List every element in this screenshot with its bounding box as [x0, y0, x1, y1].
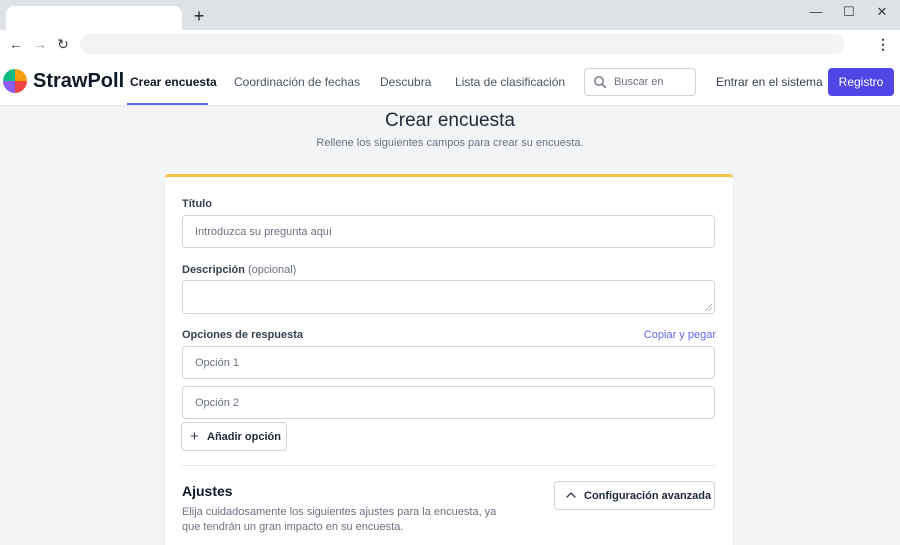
title-label: Título: [182, 198, 212, 210]
nav-discover[interactable]: Descubra: [380, 75, 431, 89]
address-bar[interactable]: [80, 34, 844, 54]
advanced-settings-button[interactable]: Configuración avanzada: [554, 481, 715, 510]
description-label: Descripción (opcional): [182, 264, 296, 277]
browser-toolbar: ← → ↻ ⋮: [0, 30, 900, 58]
browser-titlebar: + — ☐ ✕: [0, 0, 900, 30]
title-placeholder: Introduzca su pregunta aquí: [195, 226, 332, 238]
description-label-text: Descripción: [182, 264, 245, 276]
add-option-label: Añadir opción: [207, 431, 281, 443]
forward-icon[interactable]: →: [31, 35, 49, 53]
add-option-button[interactable]: + Añadir opción: [181, 422, 287, 451]
section-divider: [182, 465, 715, 466]
logo-text[interactable]: StrawPoll: [33, 69, 124, 93]
strawpoll-logo-icon[interactable]: [3, 69, 27, 93]
site-header: StrawPoll Crear encuesta Coordinación de…: [0, 58, 900, 106]
resize-handle-icon[interactable]: [705, 304, 712, 311]
create-poll-card: Título Introduzca su pregunta aquí Descr…: [165, 174, 733, 545]
new-tab-icon[interactable]: +: [190, 7, 208, 25]
register-button[interactable]: Registro: [828, 68, 894, 96]
option-input-2[interactable]: Opción 2: [182, 386, 715, 419]
nav-leaderboard[interactable]: Lista de clasificación: [455, 75, 565, 89]
description-optional: (opcional): [248, 264, 297, 276]
title-input[interactable]: Introduzca su pregunta aquí: [182, 215, 715, 248]
search-input[interactable]: Buscar en: [584, 68, 696, 96]
login-link[interactable]: Entrar en el sistema: [716, 75, 823, 89]
options-label: Opciones de respuesta: [182, 329, 304, 341]
active-nav-indicator: [127, 103, 208, 105]
description-textarea[interactable]: [182, 280, 715, 314]
search-icon: [594, 76, 607, 89]
option-input-1[interactable]: Opción 1: [182, 346, 715, 379]
copy-paste-link[interactable]: Copiar y pegar: [644, 329, 716, 342]
back-icon[interactable]: ←: [7, 35, 25, 53]
settings-title: Ajustes: [182, 483, 233, 499]
page-subtitle: Rellene los siguientes campos para crear…: [316, 137, 584, 149]
chevron-up-icon: [566, 492, 576, 498]
search-placeholder: Buscar en: [614, 76, 664, 88]
maximize-icon[interactable]: ☐: [839, 4, 859, 20]
close-window-icon[interactable]: ✕: [872, 4, 892, 20]
browser-tab[interactable]: [6, 6, 182, 30]
minimize-icon[interactable]: —: [806, 4, 826, 20]
page-title: Crear encuesta: [385, 110, 515, 131]
advanced-settings-label: Configuración avanzada: [584, 490, 712, 502]
option-1-placeholder: Opción 1: [195, 357, 240, 369]
nav-date-scheduling[interactable]: Coordinación de fechas: [234, 75, 360, 89]
settings-description: Elija cuidadosamente los siguientes ajus…: [182, 506, 497, 533]
browser-menu-icon[interactable]: ⋮: [876, 35, 890, 53]
nav-create-poll[interactable]: Crear encuesta: [130, 75, 217, 89]
plus-icon: +: [190, 428, 199, 445]
reload-icon[interactable]: ↻: [54, 35, 72, 53]
option-2-placeholder: Opción 2: [195, 397, 240, 409]
